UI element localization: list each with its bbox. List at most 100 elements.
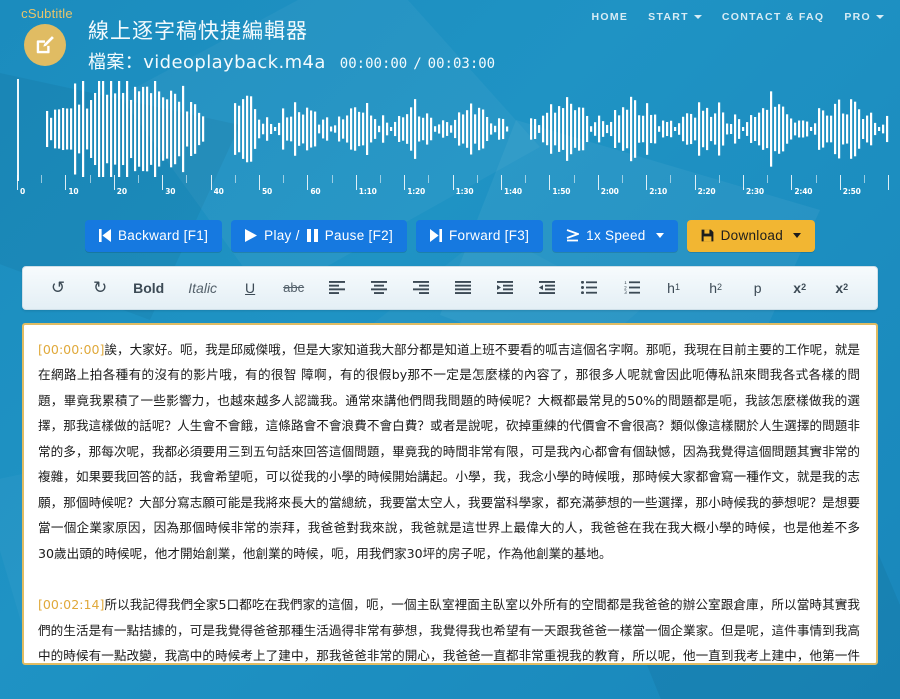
- align-justify-icon[interactable]: [454, 275, 472, 301]
- chevron-down-icon: [655, 233, 664, 239]
- backward-button[interactable]: Backward [F1]: [84, 220, 223, 252]
- file-label: 檔案：: [88, 52, 144, 72]
- file-name: videoplayback.m4a: [143, 52, 326, 73]
- page-title: 線上逐字稿快捷編輯器: [88, 20, 308, 43]
- brand-name: cSubtitle: [21, 6, 73, 21]
- align-center-icon[interactable]: [370, 275, 388, 301]
- ruler-tick-label: 2:30: [746, 187, 764, 196]
- skip-forward-icon: [430, 229, 443, 243]
- superscript-button[interactable]: x2: [833, 275, 851, 301]
- heading-2-label: h: [709, 279, 717, 296]
- backward-label: Backward [F1]: [117, 228, 209, 243]
- play-label: Play /: [264, 228, 300, 243]
- download-button[interactable]: Download: [686, 220, 816, 252]
- forward-button[interactable]: Forward [F3]: [416, 220, 544, 252]
- ruler-tick: [501, 175, 502, 190]
- heading-1-button[interactable]: h1: [665, 275, 683, 301]
- transcript-paragraph[interactable]: [00:00:00]誒，大家好。呃，我是邱威傑哦，但是大家知道我大部分都是知道上…: [38, 337, 860, 567]
- italic-button[interactable]: Italic: [188, 275, 217, 301]
- brand-logo-link[interactable]: cSubtitle: [14, 6, 76, 66]
- ruler-tick-minor: [476, 175, 478, 183]
- ruler-tick-label: 30: [165, 187, 176, 196]
- ruler-tick: [113, 175, 115, 190]
- ruler-tick-minor: [186, 175, 188, 183]
- ruler-tick-label: 0: [20, 187, 26, 196]
- paragraph-button[interactable]: p: [749, 275, 767, 301]
- nav-label: CONTACT & FAQ: [721, 11, 825, 23]
- timestamp-marker[interactable]: [00:02:14]: [38, 597, 104, 612]
- timestamp-marker[interactable]: [00:00:00]: [38, 342, 104, 357]
- playhead-cursor[interactable]: [17, 79, 19, 181]
- main-nav: HOME START CONTACT & FAQ PRO: [591, 11, 884, 23]
- ruler-tick-minor: [380, 175, 381, 183]
- superscript-label: x: [835, 279, 844, 296]
- numbered-list-icon[interactable]: 123: [623, 275, 641, 301]
- nav-item-start[interactable]: START: [648, 11, 702, 23]
- waveform-area[interactable]: 0 10 20 30 40 50 60 1:10 1:20 1:30 1:40 1:50 2:00 2:1…: [0, 79, 900, 204]
- heading-1-level: 1: [674, 282, 680, 292]
- ruler-tick: [210, 175, 212, 190]
- skip-backward-icon: [98, 229, 111, 243]
- ruler-tick: [743, 175, 744, 190]
- play-pause-button[interactable]: Play / Pause [F2]: [231, 220, 408, 252]
- ruler-tick: [839, 175, 841, 190]
- nav-label: START: [648, 11, 689, 23]
- ruler-tick-label: 40: [213, 187, 224, 196]
- ruler-tick-label: 1:40: [504, 187, 522, 196]
- ruler-tick-minor: [41, 175, 43, 183]
- nav-item-pro[interactable]: PRO: [844, 11, 884, 23]
- subscript-label: x: [793, 279, 802, 296]
- timeline-ruler[interactable]: 0 10 20 30 40 50 60 1:10 1:20 1:30 1:40 1:50 2:00 2:1…: [0, 175, 900, 201]
- ruler-tick-minor: [283, 175, 285, 183]
- ruler-tick: [549, 175, 551, 190]
- align-right-icon[interactable]: [412, 275, 430, 301]
- ruler-tick-minor: [428, 175, 430, 183]
- time-separator: /: [413, 56, 422, 72]
- underline-button[interactable]: U: [241, 275, 259, 301]
- bold-button[interactable]: Bold: [133, 275, 164, 301]
- nav-item-contact-faq[interactable]: CONTACT & FAQ: [722, 11, 824, 23]
- ruler-tick: [307, 175, 309, 190]
- heading-1-label: h: [667, 279, 675, 296]
- chevron-down-icon: [876, 15, 884, 19]
- heading-2-level: 2: [716, 282, 722, 292]
- ruler-tick-label: 20: [116, 187, 127, 196]
- ruler-tick: [646, 175, 648, 190]
- save-disk-icon: [701, 229, 714, 242]
- chevron-down-icon: [693, 15, 702, 19]
- time-current: 00:00:00: [339, 56, 408, 72]
- align-left-icon[interactable]: [328, 275, 346, 301]
- redo-button[interactable]: ↻: [91, 275, 109, 301]
- transcript-editor[interactable]: [00:00:00]誒，大家好。呃，我是邱威傑哦，但是大家知道我大部分都是知道上…: [24, 325, 876, 663]
- file-info: 檔案：videoplayback.m4a 00:00:00 / 00:03:00: [88, 50, 495, 76]
- ruler-tick: [452, 175, 454, 190]
- download-label: Download: [720, 228, 784, 243]
- page-header: cSubtitle 線上逐字稿快捷編輯器 檔案：videoplayback.m4…: [0, 0, 900, 82]
- outdent-icon[interactable]: [538, 275, 556, 301]
- edit-square-icon: [24, 24, 66, 66]
- speed-button[interactable]: 1x Speed: [552, 220, 678, 252]
- ruler-tick-label: 60: [310, 187, 321, 196]
- ruler-tick-minor: [234, 175, 236, 183]
- strikethrough-button[interactable]: abc: [283, 275, 304, 301]
- ruler-tick: [791, 175, 793, 190]
- transcript-paragraph[interactable]: [00:02:14]所以我記得我們全家5口都吃在我們家的這個，呃，一個主臥室裡面…: [38, 592, 860, 663]
- ruler-tick-minor: [718, 175, 720, 183]
- ruler-tick: [162, 175, 164, 190]
- time-total: 00:03:00: [427, 56, 496, 72]
- undo-button[interactable]: ↺: [49, 275, 67, 301]
- subscript-button[interactable]: x2: [791, 275, 809, 301]
- heading-2-button[interactable]: h2: [707, 275, 725, 301]
- ruler-tick-label: 10: [68, 187, 79, 196]
- svg-text:3: 3: [624, 290, 627, 294]
- chevron-down-icon: [793, 233, 802, 239]
- ruler-tick: [404, 175, 406, 190]
- ruler-tick-label: 2:10: [649, 187, 668, 196]
- bullet-list-icon[interactable]: [580, 275, 598, 301]
- waveform-display[interactable]: [0, 79, 900, 179]
- indent-icon[interactable]: [496, 275, 514, 301]
- nav-item-home[interactable]: HOME: [591, 11, 628, 23]
- pause-label: Pause [F2]: [324, 228, 394, 243]
- ruler-tick-minor: [670, 175, 672, 183]
- ruler-tick-minor: [331, 175, 333, 183]
